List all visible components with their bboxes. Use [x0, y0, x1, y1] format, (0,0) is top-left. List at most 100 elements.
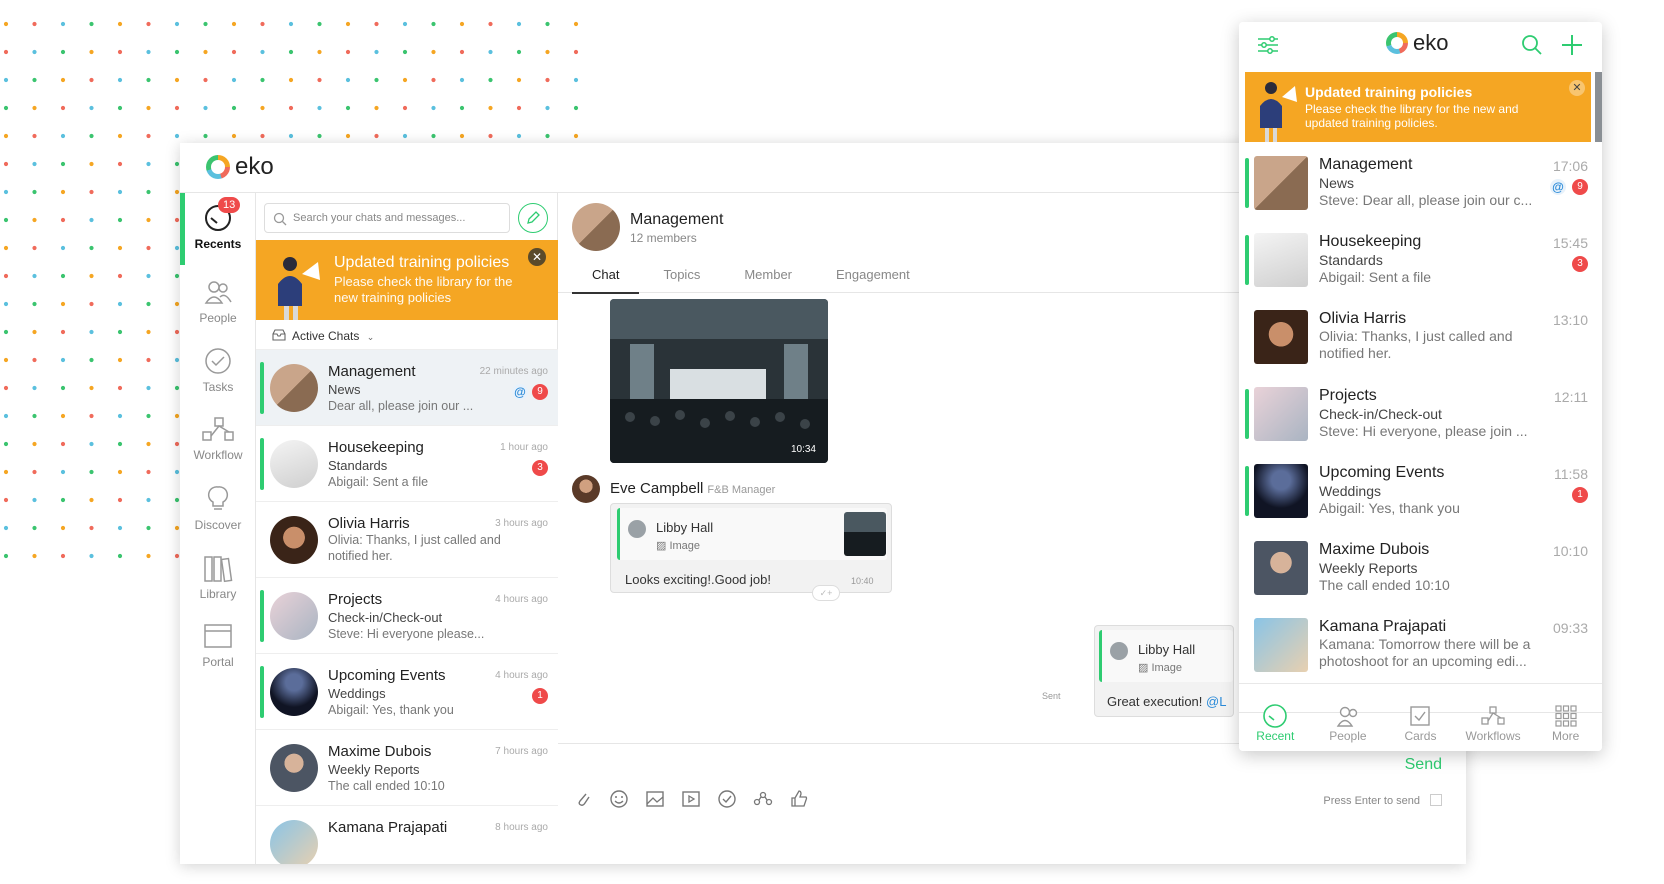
chat-name: Maxime Dubois [328, 743, 432, 760]
filter-sliders-icon[interactable] [1255, 32, 1281, 58]
announcement-banner[interactable]: Updated training policies Please check t… [1245, 72, 1591, 142]
search-input[interactable]: Search your chats and messages... [264, 203, 510, 233]
message-composer[interactable]: Send Press Enter to send [558, 743, 1466, 864]
enter-to-send-toggle[interactable]: Press Enter to send [1323, 794, 1442, 807]
tab-member[interactable]: Member [724, 259, 812, 294]
video-icon[interactable] [680, 788, 702, 810]
chat-row-housekeeping[interactable]: Housekeeping Standards Abigail: Sent a f… [256, 426, 558, 502]
recent-icon [1263, 704, 1288, 728]
rail-item-workflow[interactable]: Workflow [180, 404, 256, 476]
rail-item-people[interactable]: People [180, 267, 256, 339]
nav-recent[interactable]: Recent [1239, 704, 1312, 751]
tab-topics[interactable]: Topics [643, 259, 720, 294]
rail-item-library[interactable]: Library [180, 543, 256, 615]
decorative-dot [32, 77, 37, 83]
nav-cards[interactable]: Cards [1384, 706, 1457, 751]
rail-item-discover[interactable]: Discover [180, 474, 256, 546]
quoted-message[interactable]: Libby Hall ▨ Image [617, 508, 887, 560]
rail-item-portal[interactable]: Portal [180, 611, 256, 683]
compose-button[interactable] [518, 203, 548, 233]
send-button[interactable]: Send [1405, 756, 1442, 774]
decorative-dot [3, 553, 9, 559]
decorative-dot [402, 105, 408, 111]
tab-engagement[interactable]: Engagement [816, 259, 930, 294]
thumbs-up-icon[interactable] [788, 788, 810, 810]
rail-item-recents[interactable]: 13 Recents [180, 193, 256, 265]
group-avatar [572, 203, 620, 251]
image-upload-icon[interactable] [644, 788, 666, 810]
tab-chat[interactable]: Chat [572, 259, 640, 294]
decorative-dot [89, 105, 94, 111]
chat-row-olivia-harris[interactable]: Olivia Harris Olivia: Thanks, I just cal… [256, 502, 558, 578]
close-icon[interactable]: ✕ [1569, 80, 1585, 96]
decorative-dot [89, 161, 94, 167]
decorative-dot [516, 77, 522, 83]
chat-preview: Abigail: Sent a file [328, 475, 429, 489]
decorative-dot [89, 133, 94, 139]
quote-type: ▨ Image [1138, 661, 1182, 674]
tasks-icon [205, 348, 231, 374]
avatar [270, 668, 318, 716]
unread-badge: 3 [532, 460, 548, 476]
chat-name: Upcoming Events [1319, 464, 1445, 481]
chat-row-housekeeping[interactable]: Housekeeping Standards Abigail: Sent a f… [1239, 221, 1602, 299]
reply-bubble[interactable]: Libby Hall ▨ Image Looks exciting!.Good … [610, 503, 892, 593]
chat-subtitle: Weddings [328, 686, 386, 701]
chat-name: Olivia Harris [328, 515, 410, 532]
add-icon[interactable] [1559, 32, 1585, 58]
decorative-dot [117, 525, 123, 531]
close-icon[interactable]: ✕ [528, 248, 546, 266]
own-reply-bubble[interactable]: Libby Hall ▨ Image Great execution! @L [1094, 625, 1234, 717]
mention-link[interactable]: @L [1206, 694, 1226, 709]
chat-subtitle: Standards [1319, 252, 1383, 268]
decorative-dot [402, 133, 408, 139]
decorative-dot [60, 413, 66, 419]
decorative-dot [3, 301, 9, 307]
task-check-icon[interactable] [716, 788, 738, 810]
workflow-icon[interactable] [752, 788, 774, 810]
decorative-dot [117, 189, 123, 195]
decorative-dot [117, 161, 123, 167]
attachment-icon[interactable] [572, 788, 594, 810]
decorative-dot [60, 385, 66, 391]
chat-row-maxime-dubois[interactable]: Maxime Dubois Weekly Reports The call en… [1239, 529, 1602, 607]
decorative-dot [374, 133, 379, 139]
active-chats-filter[interactable]: Active Chats ⌄ [256, 320, 558, 350]
decorative-dot [488, 49, 493, 55]
announcement-banner[interactable]: Updated training policies Please check t… [256, 240, 558, 320]
search-icon[interactable] [1519, 32, 1545, 58]
decorative-dot [3, 21, 9, 27]
decorative-dot [32, 245, 37, 251]
decorative-dot [89, 525, 94, 531]
decorative-dot [60, 273, 66, 279]
chat-row-upcoming-events[interactable]: Upcoming Events Weddings Abigail: Yes, t… [1239, 452, 1602, 530]
emoji-icon[interactable] [608, 788, 630, 810]
decorative-dot [32, 525, 37, 531]
chat-name: Management [328, 363, 416, 380]
chat-row-management[interactable]: Management News Steve: Dear all, please … [1239, 144, 1602, 222]
chat-row-management[interactable]: Management News Dear all, please join ou… [256, 350, 558, 426]
chat-time: 10:10 [1552, 543, 1588, 559]
chat-row-projects[interactable]: Projects Check-in/Check-out Steve: Hi ev… [1239, 375, 1602, 453]
quoted-message[interactable]: Libby Hall ▨ Image [1099, 630, 1233, 682]
nav-workflows[interactable]: Workflows [1457, 706, 1530, 751]
decorative-dot [146, 105, 151, 111]
chat-row-kamana-prajapati[interactable]: Kamana Prajapati Kamana: Tomorrow there … [1239, 606, 1602, 684]
rail-item-tasks[interactable]: Tasks [180, 336, 256, 408]
nav-people[interactable]: People [1312, 706, 1385, 751]
decorative-dot [89, 441, 94, 447]
chat-row-kamana-prajapati[interactable]: Kamana Prajapati 8 hours ago [256, 806, 558, 864]
chat-row-upcoming-events[interactable]: Upcoming Events Weddings Abigail: Yes, t… [256, 654, 558, 730]
decorative-dot [117, 217, 123, 223]
avatar [270, 592, 318, 640]
decorative-dot [32, 161, 37, 167]
chat-preview: Steve: Hi everyone please... [328, 627, 485, 641]
decorative-dot [431, 49, 436, 55]
chat-row-maxime-dubois[interactable]: Maxime Dubois Weekly Reports The call en… [256, 730, 558, 806]
checkbox[interactable] [1430, 794, 1442, 806]
message-image[interactable]: 10:34 [610, 299, 828, 463]
decorative-dot [174, 49, 180, 55]
chat-row-projects[interactable]: Projects Check-in/Check-out Steve: Hi ev… [256, 578, 558, 654]
nav-more[interactable]: More [1529, 705, 1602, 751]
chat-row-olivia-harris[interactable]: Olivia Harris Olivia: Thanks, I just cal… [1239, 298, 1602, 376]
